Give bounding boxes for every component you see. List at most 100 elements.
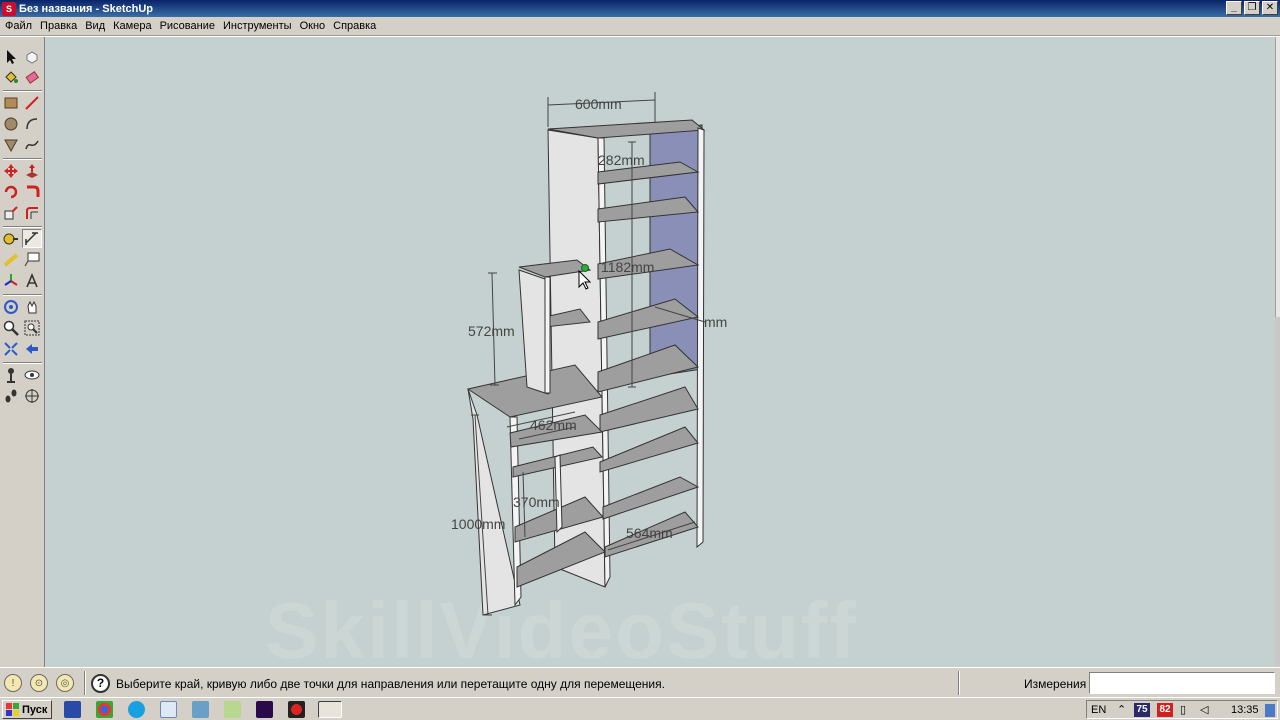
line-icon[interactable] (22, 93, 42, 112)
follow-me-icon[interactable] (22, 182, 42, 201)
battery-icon[interactable]: ▯ (1180, 703, 1186, 716)
right-back-edge (696, 127, 705, 549)
scrollbar-thumb[interactable] (1275, 37, 1280, 317)
menu-file[interactable]: Файл (1, 17, 36, 36)
clock: 13:35 (1231, 704, 1259, 716)
tray-badge-1[interactable]: 75 (1134, 703, 1150, 717)
dimension-label: 572mm (468, 323, 515, 339)
move-icon[interactable] (1, 161, 21, 180)
language-indicator[interactable]: EN (1091, 704, 1106, 716)
sketchup-icon[interactable]: S (2, 1, 16, 16)
dimension-label: 1000mm (451, 516, 506, 532)
rotate-icon[interactable] (1, 182, 21, 201)
circle-icon[interactable] (1, 114, 21, 133)
shelving-model[interactable] (45, 37, 1275, 667)
sketchup-taskbar-icon[interactable] (318, 701, 342, 718)
monitor-icon[interactable] (192, 701, 209, 718)
inference-point (581, 264, 589, 272)
menu-camera[interactable]: Камера (109, 17, 155, 36)
minimize-button[interactable]: _ (1226, 1, 1242, 15)
dimension-label: 462mm (530, 417, 577, 433)
start-button[interactable]: Пуск (2, 700, 52, 719)
tray-badge-2[interactable]: 82 (1157, 703, 1173, 717)
make-component-icon[interactable] (22, 47, 42, 66)
toolbar-separator (3, 226, 42, 228)
status-message: Выберите край, кривую либо две точки для… (116, 677, 665, 691)
zoom-extents-icon[interactable] (1, 339, 21, 358)
walk-icon[interactable] (1, 386, 21, 405)
dimension-label: 370mm (513, 494, 560, 510)
menu-help[interactable]: Справка (329, 17, 380, 36)
toolbar-separator (3, 362, 42, 364)
menu-edit[interactable]: Правка (36, 17, 81, 36)
push-pull-icon[interactable] (22, 161, 42, 180)
3d-text-icon[interactable] (22, 271, 42, 290)
small-section-side (518, 269, 549, 395)
volume-icon[interactable]: ◁ (1200, 703, 1208, 716)
instructor-help-icon[interactable]: ? (91, 674, 110, 693)
menu-draw[interactable]: Рисование (156, 17, 219, 36)
text-icon[interactable] (22, 250, 42, 269)
zoom-icon[interactable] (1, 318, 21, 337)
toolbar-separator (3, 294, 42, 296)
premiere-icon[interactable] (256, 701, 273, 718)
select-icon[interactable] (1, 47, 21, 66)
offset-icon[interactable] (22, 203, 42, 222)
eraser-icon[interactable] (22, 67, 42, 86)
user-icon[interactable]: ◎ (56, 674, 74, 692)
credits-icon[interactable]: ⊙ (30, 674, 48, 692)
position-camera-icon[interactable] (1, 365, 21, 384)
arc-icon[interactable] (22, 114, 42, 133)
toolbar-separator (3, 158, 42, 160)
restore-button[interactable]: ❐ (1244, 1, 1260, 15)
orbit-icon[interactable] (1, 297, 21, 316)
pan-icon[interactable] (22, 297, 42, 316)
notepad-icon[interactable] (160, 701, 177, 718)
menu-window[interactable]: Окно (296, 17, 330, 36)
previous-view-icon[interactable] (22, 339, 42, 358)
paint-bucket-icon[interactable] (1, 67, 21, 86)
dimension-label: 564mm (626, 525, 673, 541)
skype-icon[interactable] (128, 701, 145, 718)
small-section-front (544, 276, 551, 394)
close-button[interactable]: ✕ (1262, 1, 1278, 15)
polygon-icon[interactable] (1, 135, 21, 154)
look-around-icon[interactable] (22, 365, 42, 384)
window-title: Без названия - SketchUp (19, 2, 153, 15)
status-separator (84, 671, 86, 695)
record-icon[interactable] (288, 701, 305, 718)
geo-location-icon[interactable]: ! (4, 674, 22, 692)
dimension-icon[interactable] (22, 229, 42, 248)
dimension-label: 1182mm (601, 259, 655, 275)
scale-icon[interactable] (1, 203, 21, 222)
dimension-label: 282mm (598, 152, 645, 168)
menu-view[interactable]: Вид (81, 17, 109, 36)
window-controls: _ ❐ ✕ (1226, 1, 1278, 15)
status-separator (958, 671, 960, 695)
window-titlebar: S Без названия - SketchUp _ ❐ ✕ (0, 0, 1280, 17)
rectangle-icon[interactable] (1, 93, 21, 112)
windows-logo-icon (6, 703, 19, 716)
model-viewport[interactable]: SkillVideoStuff 600mm 282mm 1182mm 572mm… (45, 37, 1275, 667)
zoom-window-icon[interactable] (22, 318, 42, 337)
tray-arrow-icon[interactable]: ⌃ (1117, 703, 1126, 716)
menu-tools[interactable]: Инструменты (219, 17, 296, 36)
system-tray: EN ⌃ 75 82 ▯ ◁ 13:35 (1086, 700, 1278, 719)
file-icon[interactable] (224, 701, 241, 718)
show-desktop-icon[interactable] (1265, 704, 1275, 717)
menu-bar: Файл Правка Вид Камера Рисование Инструм… (0, 17, 1280, 36)
axes-icon[interactable] (1, 271, 21, 290)
status-bar: ! ⊙ ◎ ? Выберите край, кривую либо две т… (0, 667, 1280, 697)
chrome-icon[interactable] (96, 701, 113, 718)
measurements-input[interactable] (1089, 672, 1275, 694)
dimension-label: 600mm (575, 96, 622, 112)
taskbar: Пуск EN ⌃ 75 82 ▯ ◁ 13:35 (0, 697, 1280, 720)
viewport-scrollbar[interactable] (1275, 37, 1280, 667)
toolbar-separator (3, 90, 42, 92)
protractor-icon[interactable] (1, 250, 21, 269)
freehand-icon[interactable] (22, 135, 42, 154)
start-label: Пуск (22, 703, 48, 716)
save-icon[interactable] (64, 701, 81, 718)
tape-measure-icon[interactable] (1, 229, 21, 248)
section-plane-icon[interactable] (22, 386, 42, 405)
